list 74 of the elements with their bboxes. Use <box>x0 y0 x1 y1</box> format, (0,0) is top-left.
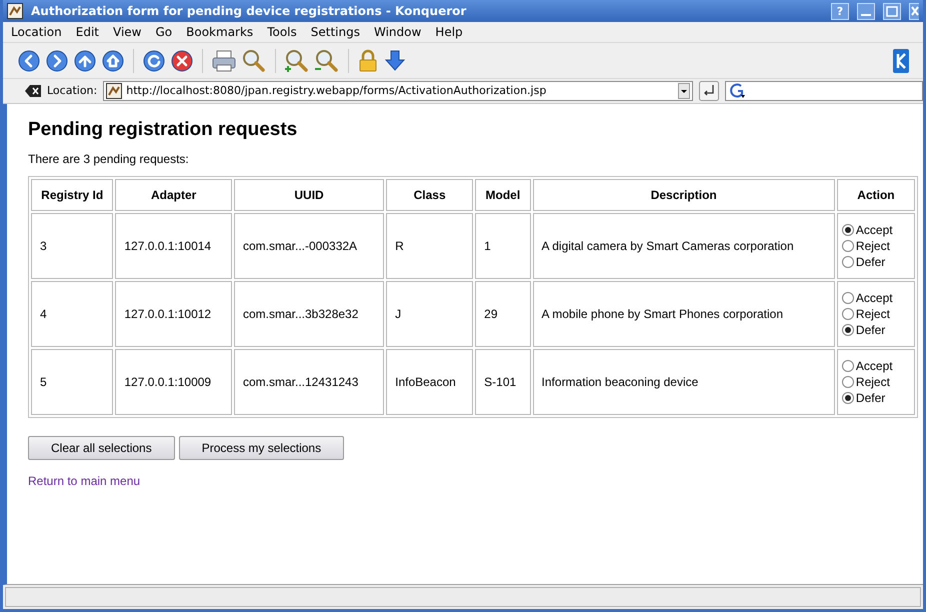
table-cell: 3 <box>31 213 114 279</box>
table-cell: A digital camera by Smart Cameras corporation <box>532 213 835 279</box>
table-cell: A mobile phone by Smart Phones corporation <box>532 281 835 347</box>
column-header: Description <box>532 179 835 211</box>
menu-item[interactable]: Location <box>11 23 62 41</box>
table-cell: com.smar...12431243 <box>234 349 384 415</box>
table-cell: 5 <box>31 349 114 415</box>
search-engine-icon <box>729 83 748 99</box>
zoom-out-icon[interactable] <box>314 48 340 72</box>
up-icon[interactable] <box>73 48 97 72</box>
search-field[interactable] <box>725 81 923 101</box>
action-radio[interactable]: Reject <box>842 238 910 254</box>
action-radio[interactable]: Accept <box>842 358 910 374</box>
menu-item[interactable]: Edit <box>76 23 100 41</box>
form-button[interactable]: Process my selections <box>178 436 344 460</box>
clear-location-icon[interactable] <box>25 85 41 97</box>
table-cell: 127.0.0.1:10009 <box>115 349 232 415</box>
page-icon <box>106 83 122 99</box>
column-header: Model <box>475 179 531 211</box>
action-radio[interactable]: Reject <box>842 306 910 322</box>
action-radio[interactable]: Accept <box>842 222 910 238</box>
action-radio[interactable]: Defer <box>842 322 910 338</box>
table-cell: 29 <box>475 281 531 347</box>
download-icon[interactable] <box>383 48 407 72</box>
menu-item[interactable]: Window <box>374 23 422 41</box>
table-cell: J <box>386 281 474 347</box>
app-icon <box>7 3 23 19</box>
action-radio[interactable]: Defer <box>842 390 910 406</box>
table-cell: S-101 <box>475 349 531 415</box>
table-cell: 127.0.0.1:10012 <box>115 281 232 347</box>
action-radio[interactable]: Reject <box>842 374 910 390</box>
action-radio[interactable]: Accept <box>842 290 910 306</box>
column-header: Registry Id <box>31 179 114 211</box>
form-button[interactable]: Clear all selections <box>28 436 175 460</box>
menu-item[interactable]: Bookmarks <box>186 23 254 41</box>
konqueror-icon[interactable] <box>893 48 909 72</box>
search-icon[interactable] <box>241 48 267 72</box>
menu-item[interactable]: Help <box>435 23 463 41</box>
table-cell: InfoBeacon <box>386 349 474 415</box>
close-icon[interactable] <box>909 2 919 20</box>
menu-item[interactable]: Tools <box>267 23 297 41</box>
table-cell: com.smar...-000332A <box>234 213 384 279</box>
reload-icon[interactable] <box>142 48 166 72</box>
menu-item[interactable]: Go <box>156 23 172 41</box>
url-field[interactable]: http://localhost:8080/jpan.registry.webapp/forms/ActivationAuthorization.jsp <box>103 81 694 101</box>
dropdown-icon[interactable] <box>678 83 690 99</box>
stop-icon[interactable] <box>170 48 194 72</box>
maximize-icon[interactable] <box>883 2 901 20</box>
table-cell: 4 <box>31 281 114 347</box>
column-header: Action <box>836 179 915 211</box>
minimize-icon[interactable] <box>857 2 875 20</box>
column-header: Adapter <box>115 179 232 211</box>
zoom-in-icon[interactable] <box>284 48 310 72</box>
print-icon[interactable] <box>211 48 237 72</box>
table-cell: com.smar...3b328e32 <box>234 281 384 347</box>
go-icon[interactable] <box>699 81 720 101</box>
table-cell: 127.0.0.1:10014 <box>115 213 232 279</box>
column-header: Class <box>386 179 474 211</box>
action-radio[interactable]: Defer <box>842 254 910 270</box>
location-label: Location: <box>47 82 98 99</box>
page-heading: Pending registration requests <box>28 118 298 142</box>
main-menu-link[interactable]: Return to main menu <box>28 472 140 490</box>
summary-text: There are 3 pending requests: <box>28 151 190 168</box>
menu-item[interactable]: View <box>113 23 142 41</box>
column-header: UUID <box>234 179 384 211</box>
menu-item[interactable]: Settings <box>310 23 360 41</box>
back-icon[interactable] <box>17 48 41 72</box>
home-icon[interactable] <box>101 48 125 72</box>
table-cell: R <box>386 213 474 279</box>
lock-icon[interactable] <box>357 48 379 72</box>
table-cell: 1 <box>475 213 531 279</box>
table-cell: Information beaconing device <box>532 349 835 415</box>
window-title: Authorization form for pending device registrations - Konqueror <box>31 3 468 20</box>
forward-icon[interactable] <box>45 48 69 72</box>
